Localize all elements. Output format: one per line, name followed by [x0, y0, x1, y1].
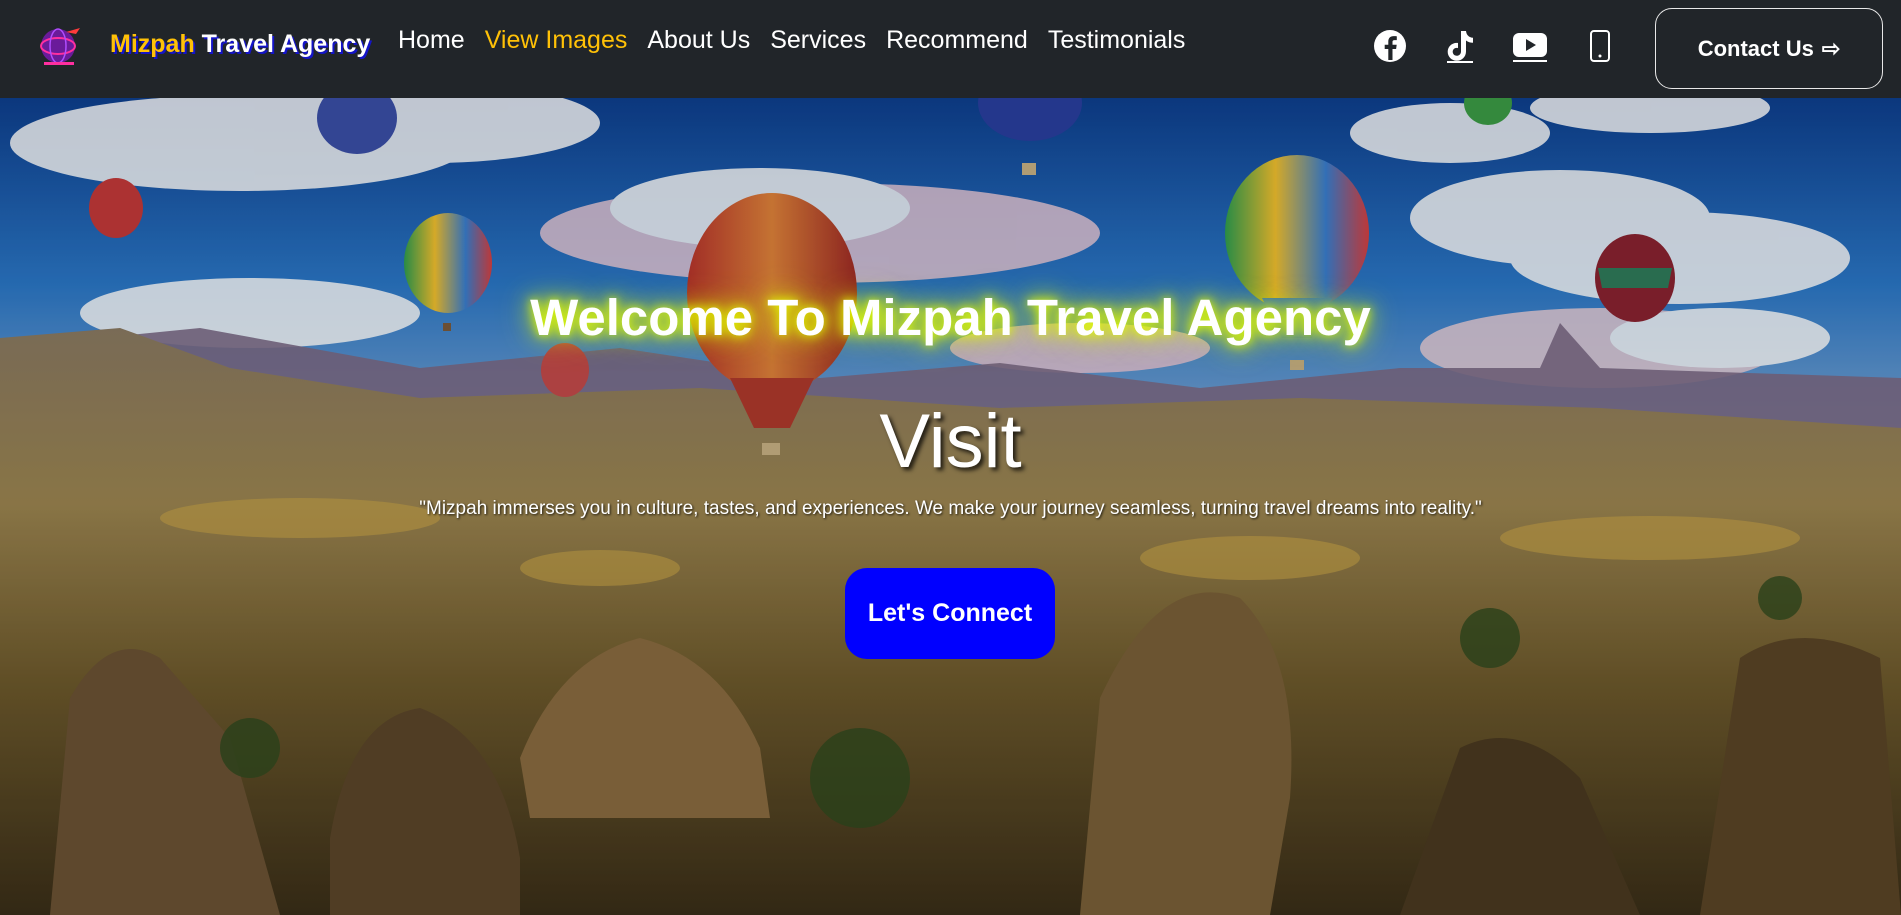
arrow-right-icon: ⇨	[1821, 35, 1841, 61]
hero-title: Welcome To Mizpah Travel Agency	[530, 289, 1371, 346]
nav-link-testimonials[interactable]: Testimonials	[1048, 26, 1186, 55]
nav-link-recommend[interactable]: Recommend	[886, 26, 1028, 55]
phone-icon[interactable]	[1582, 28, 1618, 64]
brand-name[interactable]: Mizpah Travel Agency	[110, 30, 370, 59]
contact-us-label: Contact Us	[1697, 35, 1814, 61]
social-links	[1372, 28, 1618, 64]
lets-connect-button[interactable]: Let's Connect	[845, 568, 1055, 659]
hero-quote: "Mizpah immerses you in culture, tastes,…	[419, 498, 1482, 519]
navbar: Mizpah Travel Agency Home View Images Ab…	[0, 0, 1901, 98]
nav-link-services[interactable]: Services	[770, 26, 866, 55]
facebook-icon[interactable]	[1372, 28, 1408, 64]
brand-name-part2: Travel Agency	[194, 30, 371, 58]
nav-link-about-us[interactable]: About Us	[647, 26, 750, 55]
hero-section: Welcome To Mizpah Travel Agency Visit "M…	[0, 98, 1901, 915]
hero-subtitle: Visit	[879, 399, 1022, 484]
contact-us-button[interactable]: Contact Us ⇨	[1655, 8, 1883, 89]
youtube-icon[interactable]	[1512, 28, 1548, 64]
globe-plane-logo-icon[interactable]	[36, 24, 86, 70]
nav-link-view-images[interactable]: View Images	[485, 26, 628, 55]
nav-link-home[interactable]: Home	[398, 26, 465, 55]
nav-links: Home View Images About Us Services Recom…	[398, 26, 1185, 55]
tiktok-icon[interactable]	[1442, 28, 1478, 64]
brand-name-part1: Mizpah	[110, 30, 195, 58]
